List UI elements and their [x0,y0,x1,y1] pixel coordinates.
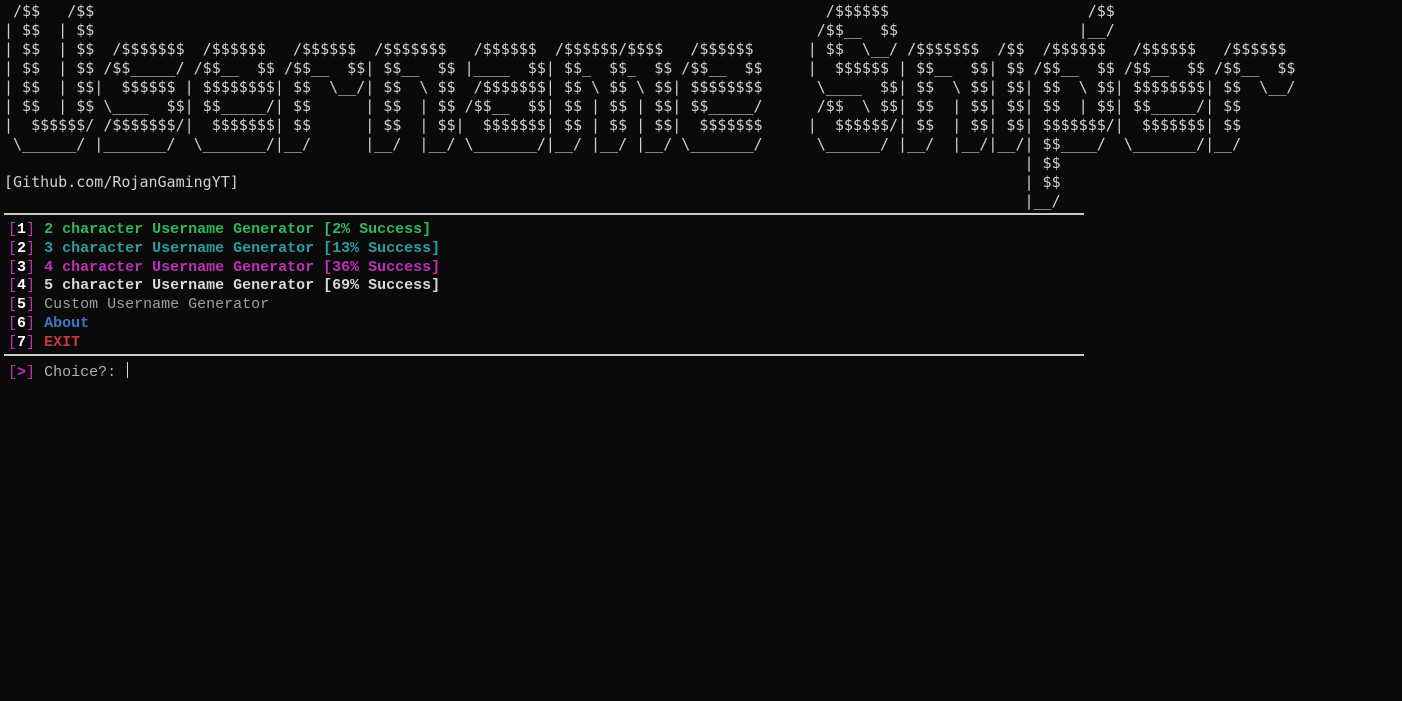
divider-top [4,213,1084,215]
menu-label: 3 character Username Generator [13% Succ… [44,240,440,257]
menu-number: 5 [17,296,26,313]
menu-item-3[interactable]: [3] 4 character Username Generator [36% … [8,259,1394,278]
menu-label: 4 character Username Generator [36% Succ… [44,259,440,276]
menu-number: 1 [17,221,26,238]
ascii-banner: /$$ /$$ /$$$$$$ /$$ | $$ | $$ [4,2,1398,211]
menu-label: 2 character Username Generator [2% Succe… [44,221,431,238]
menu-item-5[interactable]: [5] Custom Username Generator [8,296,1394,315]
menu-number: 4 [17,277,26,294]
menu-item-7[interactable]: [7] EXIT [8,334,1394,353]
divider-bottom [4,354,1084,356]
text-cursor [127,362,128,378]
menu-item-4[interactable]: [4] 5 character Username Generator [69% … [8,277,1394,296]
menu-label: EXIT [44,334,80,351]
menu-item-2[interactable]: [2] 3 character Username Generator [13% … [8,240,1394,259]
menu-list: [1] 2 character Username Generator [2% S… [4,221,1398,352]
menu-label: About [44,315,89,332]
menu-number: 6 [17,315,26,332]
input-prompt[interactable]: [>] Choice?: [4,362,1398,383]
menu-item-1[interactable]: [1] 2 character Username Generator [2% S… [8,221,1394,240]
menu-number: 7 [17,334,26,351]
menu-item-6[interactable]: [6] About [8,315,1394,334]
menu-label: Custom Username Generator [44,296,269,313]
menu-number: 3 [17,259,26,276]
menu-number: 2 [17,240,26,257]
menu-label: 5 character Username Generator [69% Succ… [44,277,440,294]
